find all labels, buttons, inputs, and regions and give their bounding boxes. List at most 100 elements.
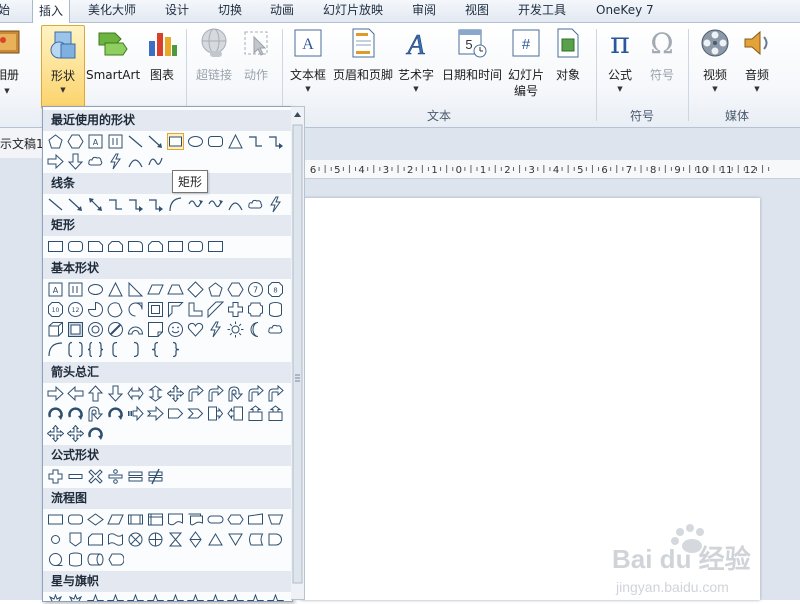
shape-pie-icon[interactable] (87, 301, 104, 318)
shape-rarrow-icon[interactable] (47, 385, 64, 402)
shape-fdelay-icon[interactable] (267, 531, 284, 548)
shape-darrow-icon[interactable] (67, 153, 84, 170)
shape-star-icon[interactable] (167, 594, 184, 601)
shape-falt-icon[interactable] (67, 511, 84, 528)
shape-rectsel-icon[interactable] (167, 133, 184, 150)
tab-onekey[interactable]: OneKey 7 (596, 0, 654, 22)
shape-fdisplay-icon[interactable] (107, 551, 124, 568)
shape-callout2-icon[interactable] (227, 405, 244, 422)
shape-fpredef-icon[interactable] (127, 511, 144, 528)
shape-fdoc-icon[interactable] (167, 511, 184, 528)
shape-star-icon[interactable] (87, 594, 104, 601)
shape-larrow-icon[interactable] (67, 385, 84, 402)
shape-line-icon[interactable] (47, 196, 64, 213)
shape-fdirect-icon[interactable] (87, 551, 104, 568)
shape-star-icon[interactable] (187, 594, 204, 601)
shape-snip-icon[interactable] (87, 238, 104, 255)
shape-callout3-icon[interactable] (267, 405, 284, 422)
shape-braces-icon[interactable] (87, 341, 104, 358)
shape-star-icon[interactable] (107, 594, 124, 601)
shape-callout-icon[interactable] (207, 405, 224, 422)
shape-divide-icon[interactable] (107, 468, 124, 485)
tab-design[interactable]: 设计 (165, 0, 189, 22)
shape-foffpage-icon[interactable] (67, 531, 84, 548)
shape-quadarrow-icon[interactable] (67, 425, 84, 442)
tab-beautify[interactable]: 美化大师 (88, 0, 136, 22)
shape-triangle-icon[interactable] (227, 133, 244, 150)
scroll-up-icon[interactable] (294, 112, 301, 117)
shape-uturn-icon[interactable] (87, 405, 104, 422)
shape-teardrop-icon[interactable] (127, 301, 144, 318)
shape-lshape-icon[interactable] (187, 301, 204, 318)
shape-fstorage-icon[interactable] (147, 511, 164, 528)
shape-cloud-icon[interactable] (87, 153, 104, 170)
shape-snip2-icon[interactable] (147, 238, 164, 255)
shape-fdisk-icon[interactable] (67, 551, 84, 568)
shape-star-icon[interactable] (207, 594, 224, 601)
shape-blockarc-icon[interactable] (127, 321, 144, 338)
shape-ellipse-icon[interactable] (187, 133, 204, 150)
shape-sun-icon[interactable] (227, 321, 244, 338)
shape-dblarrow-icon[interactable] (87, 196, 104, 213)
shape-lrarrow-icon[interactable] (127, 385, 144, 402)
shape-notched-icon[interactable] (147, 405, 164, 422)
tab-view[interactable]: 视图 (465, 0, 489, 22)
shape-round1-icon[interactable] (127, 238, 144, 255)
shape-arc-icon[interactable] (127, 153, 144, 170)
shape-num10-icon[interactable]: 10 (47, 301, 64, 318)
shape-rbrace-icon[interactable] (167, 341, 184, 358)
shape-fdecision-icon[interactable] (87, 511, 104, 528)
shape-heart-icon[interactable] (187, 321, 204, 338)
shape-for-icon[interactable] (147, 531, 164, 548)
shape-rbracket-icon[interactable] (127, 341, 144, 358)
shape-bevel-icon[interactable] (67, 321, 84, 338)
shape-hexagon-icon[interactable] (227, 281, 244, 298)
shape-fextract-icon[interactable] (207, 531, 224, 548)
gallery-scrollbar[interactable] (291, 106, 305, 600)
shape-bentarrow-icon[interactable] (267, 385, 284, 402)
shape-cloud-icon[interactable] (247, 196, 264, 213)
shape-diamond-icon[interactable] (187, 281, 204, 298)
shape-fmultidoc-icon[interactable] (187, 511, 204, 528)
shape-frame-icon[interactable] (147, 301, 164, 318)
shape-fcollate-icon[interactable] (167, 531, 184, 548)
shape-callout3-icon[interactable] (247, 405, 264, 422)
shape-udarrow-icon[interactable] (147, 385, 164, 402)
shape-donut-icon[interactable] (87, 321, 104, 338)
shape-rrect-icon[interactable] (67, 238, 84, 255)
shape-textbox-icon[interactable]: A (47, 281, 64, 298)
shape-arrowline-icon[interactable] (147, 133, 164, 150)
scrollbar-thumb[interactable] (292, 124, 303, 584)
shapes-button[interactable]: 形状 ▼ (41, 25, 85, 109)
shape-fsort-icon[interactable] (187, 531, 204, 548)
shape-fsumjunc-icon[interactable] (127, 531, 144, 548)
shape-fterm-icon[interactable] (207, 511, 224, 528)
shape-elbow-icon[interactable] (247, 133, 264, 150)
shape-rrect-icon[interactable] (187, 238, 204, 255)
shape-quadarrow-icon[interactable] (167, 385, 184, 402)
shape-cloud-icon[interactable] (267, 321, 284, 338)
shape-brackets-icon[interactable] (67, 341, 84, 358)
shape-elbowarrow-icon[interactable] (267, 133, 284, 150)
shape-bentarrow-icon[interactable] (247, 385, 264, 402)
horizontal-ruler[interactable]: 6 5 4 3 2 1 0 1 2 3 4 5 6 7 8 9 10 11 12 (295, 160, 800, 179)
shape-fconn-icon[interactable] (47, 531, 64, 548)
shape-minus-icon[interactable] (67, 468, 84, 485)
shape-star-icon[interactable] (267, 594, 284, 601)
tab-start[interactable]: 始 (0, 0, 10, 22)
shape-vtext-icon[interactable] (67, 281, 84, 298)
shape-circarrow-icon[interactable] (67, 405, 84, 422)
shape-star-icon[interactable] (127, 594, 144, 601)
shape-snip2-icon[interactable] (107, 238, 124, 255)
shape-scribble-icon[interactable] (207, 196, 224, 213)
shape-fcard-icon[interactable] (87, 531, 104, 548)
shape-triangle-icon[interactable] (107, 281, 124, 298)
shape-pentagon-icon[interactable] (207, 281, 224, 298)
shape-cube-icon[interactable] (47, 321, 64, 338)
tab-review[interactable]: 审阅 (412, 0, 436, 22)
shape-fdata-icon[interactable] (107, 511, 124, 528)
shape-bentarrow-icon[interactable] (207, 385, 224, 402)
shape-line-icon[interactable] (127, 133, 144, 150)
shape-foldcorner-icon[interactable] (147, 321, 164, 338)
shape-textbox-icon[interactable]: A (87, 133, 104, 150)
